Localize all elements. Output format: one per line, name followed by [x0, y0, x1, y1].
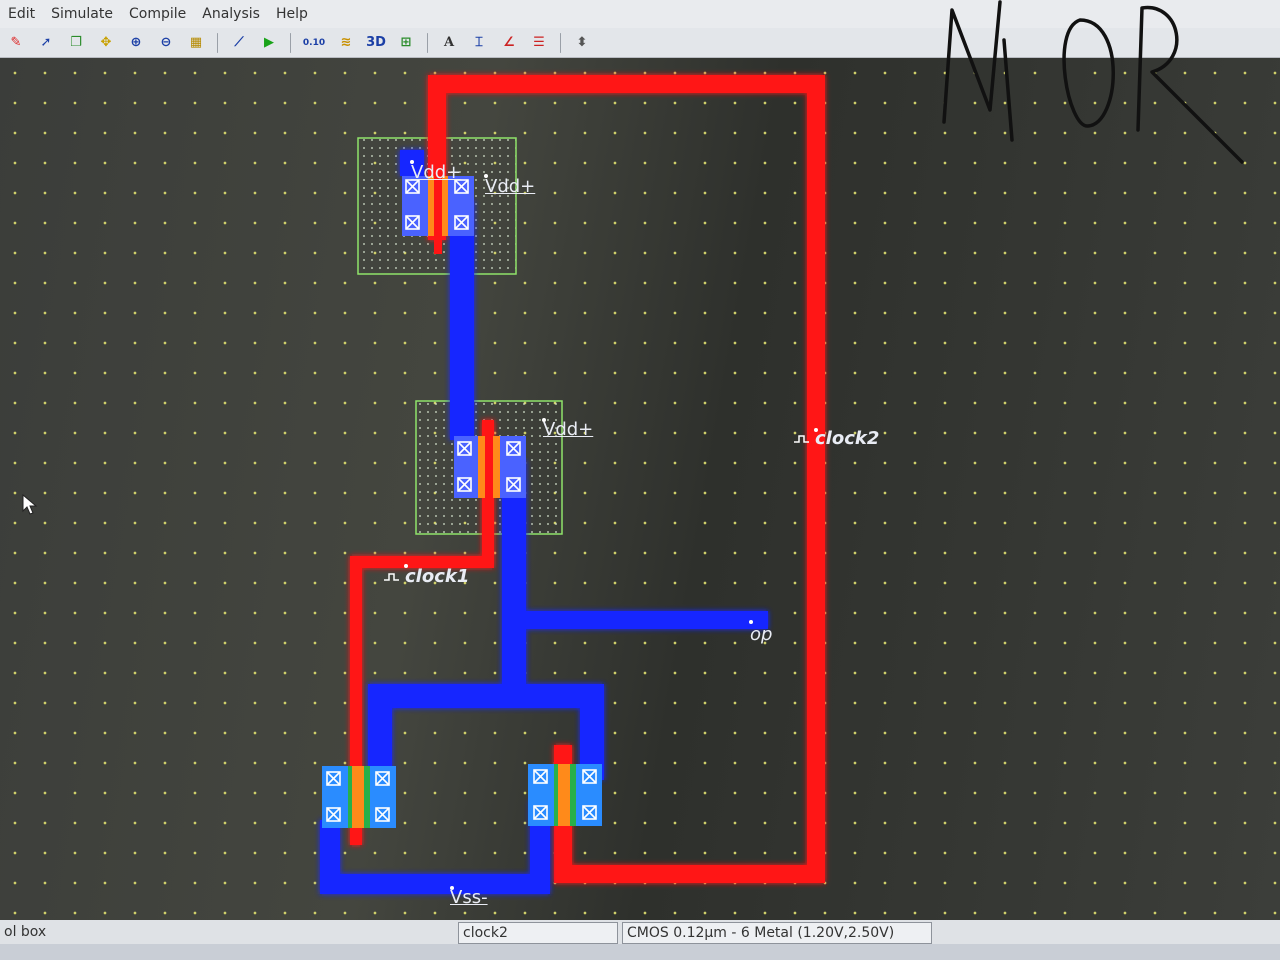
- label-op: op: [750, 624, 773, 645]
- select-icon[interactable]: ➚: [34, 32, 58, 54]
- toolbar-separator: [427, 32, 428, 53]
- mouse-cursor-icon: [22, 493, 38, 521]
- run-icon[interactable]: ▶: [257, 32, 281, 54]
- palette-icon[interactable]: ☰: [527, 32, 551, 54]
- zoom-out-icon[interactable]: ⊖: [154, 32, 178, 54]
- menu-edit[interactable]: Edit: [0, 6, 43, 22]
- text-icon[interactable]: A: [437, 32, 461, 54]
- ruler-icon[interactable]: ≋: [334, 32, 358, 54]
- 3d-view-icon[interactable]: 3D: [364, 32, 388, 54]
- copy-icon[interactable]: ❐: [64, 32, 88, 54]
- menu-compile[interactable]: Compile: [121, 6, 194, 22]
- scale-icon[interactable]: 0.10: [300, 32, 328, 54]
- handwritten-nor: [942, 0, 1244, 164]
- fit-icon[interactable]: ▦: [184, 32, 208, 54]
- label-vss: Vss-: [450, 887, 488, 908]
- status-selected-node: clock2: [458, 922, 618, 944]
- menu-help[interactable]: Help: [268, 6, 316, 22]
- toolbar-separator: [217, 32, 218, 53]
- curve-icon[interactable]: ∠: [497, 32, 521, 54]
- layout-canvas[interactable]: Vdd+ Vdd+ Vdd+ clock2 clock1 op Vss-: [0, 58, 1280, 920]
- handwritten-annotation: [930, 0, 1260, 185]
- move-icon[interactable]: ✥: [94, 32, 118, 54]
- nmos-right: [528, 764, 602, 826]
- label-clock2: clock2: [815, 428, 880, 449]
- chip-icon[interactable]: ⊞: [394, 32, 418, 54]
- label-clock1: clock1: [405, 566, 470, 587]
- toolbar-separator: [290, 32, 291, 53]
- measure-icon[interactable]: ⟋: [227, 32, 251, 54]
- status-tool-box: ol box: [4, 924, 47, 940]
- menu-analysis[interactable]: Analysis: [194, 6, 268, 22]
- taskbar: [0, 944, 1280, 960]
- status-technology: CMOS 0.12µm - 6 Metal (1.20V,2.50V): [622, 922, 932, 944]
- label-vdd-middle: Vdd+: [543, 419, 594, 440]
- label-vdd-top-2: Vdd+: [485, 176, 536, 197]
- toolbar-separator: [560, 32, 561, 53]
- menu-simulate[interactable]: Simulate: [43, 6, 121, 22]
- layout-drawing: [320, 75, 825, 894]
- zoom-in-icon[interactable]: ⊕: [124, 32, 148, 54]
- label-vdd-top-1: Vdd+: [411, 162, 462, 183]
- pencil-icon[interactable]: ✎: [4, 32, 28, 54]
- align-icon[interactable]: ⌶: [467, 32, 491, 54]
- arrows-icon[interactable]: ⬍: [570, 32, 594, 54]
